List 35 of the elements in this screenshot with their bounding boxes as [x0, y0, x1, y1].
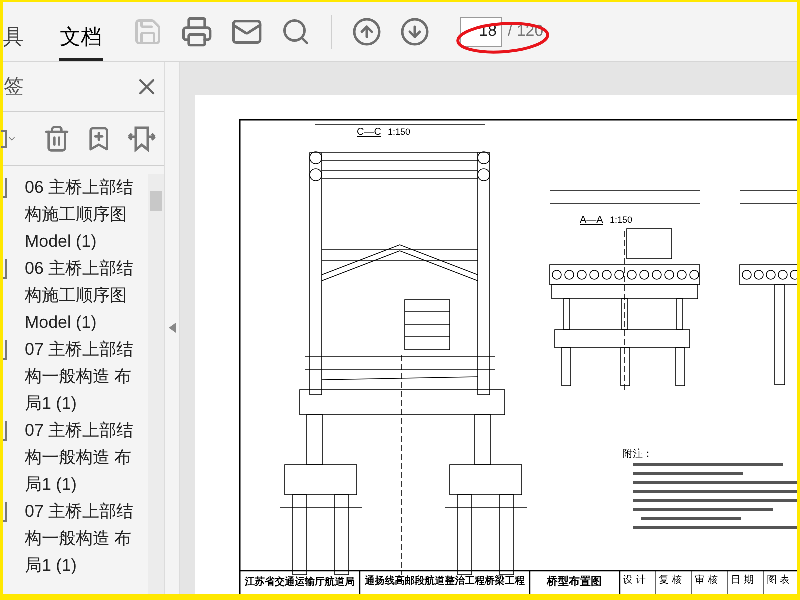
- bookmark-item[interactable]: 06 主桥上部结构施工顺序图 Model (1): [3, 255, 148, 336]
- bookmark-expand-icon[interactable]: [127, 124, 157, 152]
- section-title: A—A: [580, 215, 604, 226]
- bookmark-item[interactable]: 07 主桥上部结构一般构造 布局1 (1): [3, 417, 148, 498]
- arrow-up-icon[interactable]: [352, 16, 382, 46]
- arrow-down-icon[interactable]: [400, 16, 430, 46]
- panel-title: 签: [4, 74, 24, 100]
- scrollbar[interactable]: [148, 174, 164, 594]
- signature-label: 设 计: [623, 575, 646, 586]
- project-name: 通扬线高邮段航道整治工程桥梁工程: [365, 576, 525, 587]
- search-icon[interactable]: [281, 16, 311, 46]
- bookmark-options-icon: [1, 130, 7, 148]
- drawing-title: 桥型布置图: [547, 576, 602, 588]
- bookmark-icon: [3, 340, 7, 360]
- bookmark-icon: [3, 259, 7, 279]
- bookmark-item[interactable]: 06 主桥上部结构施工顺序图 Model (1): [3, 174, 148, 255]
- signature-label: 图 表: [767, 575, 790, 586]
- bookmark-icon: [3, 502, 7, 522]
- bookmark-icon: [3, 178, 7, 198]
- signature-label: 审 核: [695, 575, 718, 586]
- scale-label: 1:150: [610, 215, 633, 225]
- scale-label: 1:150: [388, 127, 411, 137]
- trash-icon[interactable]: [43, 124, 71, 152]
- signature-label: 复 核: [659, 575, 682, 586]
- tab[interactable]: 具: [3, 17, 35, 61]
- bookmark-icon: [3, 421, 7, 441]
- organization-name: 江苏省交通运输厅航道局: [245, 577, 355, 588]
- bookmark-item[interactable]: 07 主桥上部结构一般构造 布局1 (1): [3, 336, 148, 417]
- bookmark-item[interactable]: 07 主桥上部结构一般构造 布局1 (1): [3, 498, 148, 579]
- print-icon[interactable]: [181, 16, 213, 48]
- collapse-arrow-icon[interactable]: [168, 323, 176, 333]
- options-dropdown[interactable]: [1, 130, 17, 148]
- section-title: C—C: [357, 127, 382, 138]
- notes-heading: 附注：: [623, 449, 653, 460]
- signature-label: 日 期: [731, 575, 754, 586]
